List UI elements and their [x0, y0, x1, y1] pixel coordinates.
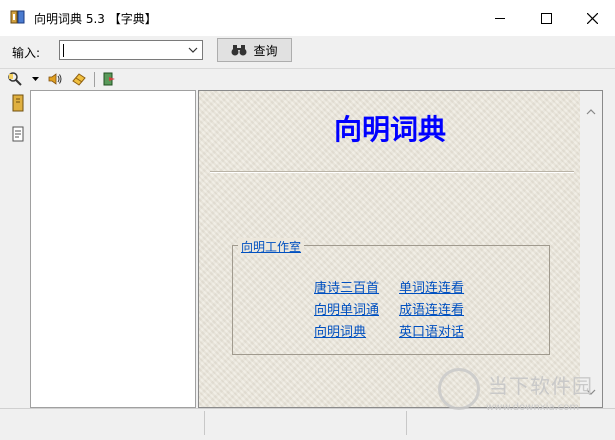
maximize-button[interactable] — [523, 0, 569, 36]
link-idiom-match[interactable]: 成语连连看 — [399, 299, 464, 318]
document-tab-icon[interactable] — [8, 124, 28, 146]
eraser-icon[interactable] — [71, 71, 87, 87]
link-tang-poems[interactable]: 唐诗三百首 — [314, 277, 379, 296]
binoculars-icon — [231, 45, 247, 56]
minimize-icon — [495, 17, 505, 19]
studio-group-label[interactable]: 向明工作室 — [238, 238, 305, 255]
query-button-label: 查询 — [253, 43, 278, 58]
link-word-match[interactable]: 单词连连看 — [399, 277, 464, 296]
window-title: 向明词典 5.3 【字典】 — [34, 12, 157, 26]
status-separator — [406, 411, 407, 435]
watermark-url: www.downxia.com — [486, 402, 580, 413]
icon-toolbar — [0, 68, 615, 91]
dictionary-tab-icon[interactable] — [8, 93, 28, 115]
chevron-down-icon[interactable] — [188, 46, 198, 54]
word-list[interactable] — [30, 90, 196, 408]
toolbar-separator — [94, 72, 95, 87]
watermark-logo-icon — [438, 368, 480, 410]
query-button[interactable]: 查询 — [217, 38, 292, 62]
link-xiangming-dictionary[interactable]: 向明词典 — [314, 321, 366, 340]
scroll-up-icon[interactable] — [586, 109, 596, 115]
status-separator — [204, 411, 205, 435]
exit-icon[interactable] — [101, 71, 117, 87]
text-cursor — [63, 44, 64, 57]
vertical-scrollbar[interactable] — [580, 91, 602, 407]
input-label: 输入: — [12, 46, 41, 60]
lookup-tool-icon[interactable] — [7, 71, 23, 87]
dropdown-arrow-icon[interactable] — [32, 77, 39, 81]
app-book-icon — [10, 10, 25, 24]
minimize-button[interactable] — [477, 0, 523, 36]
speaker-icon[interactable] — [47, 71, 63, 87]
link-english-dialogue[interactable]: 英口语对话 — [399, 321, 464, 340]
link-word-master[interactable]: 向明单词通 — [314, 299, 379, 318]
close-button[interactable] — [569, 0, 615, 36]
dictionary-title: 向明词典 — [333, 113, 446, 146]
maximize-icon — [540, 12, 552, 24]
close-icon — [586, 12, 598, 24]
watermark-text: 当下软件园 — [488, 374, 593, 398]
studio-group — [232, 245, 550, 355]
search-combobox[interactable] — [59, 40, 203, 60]
divider — [210, 171, 574, 173]
